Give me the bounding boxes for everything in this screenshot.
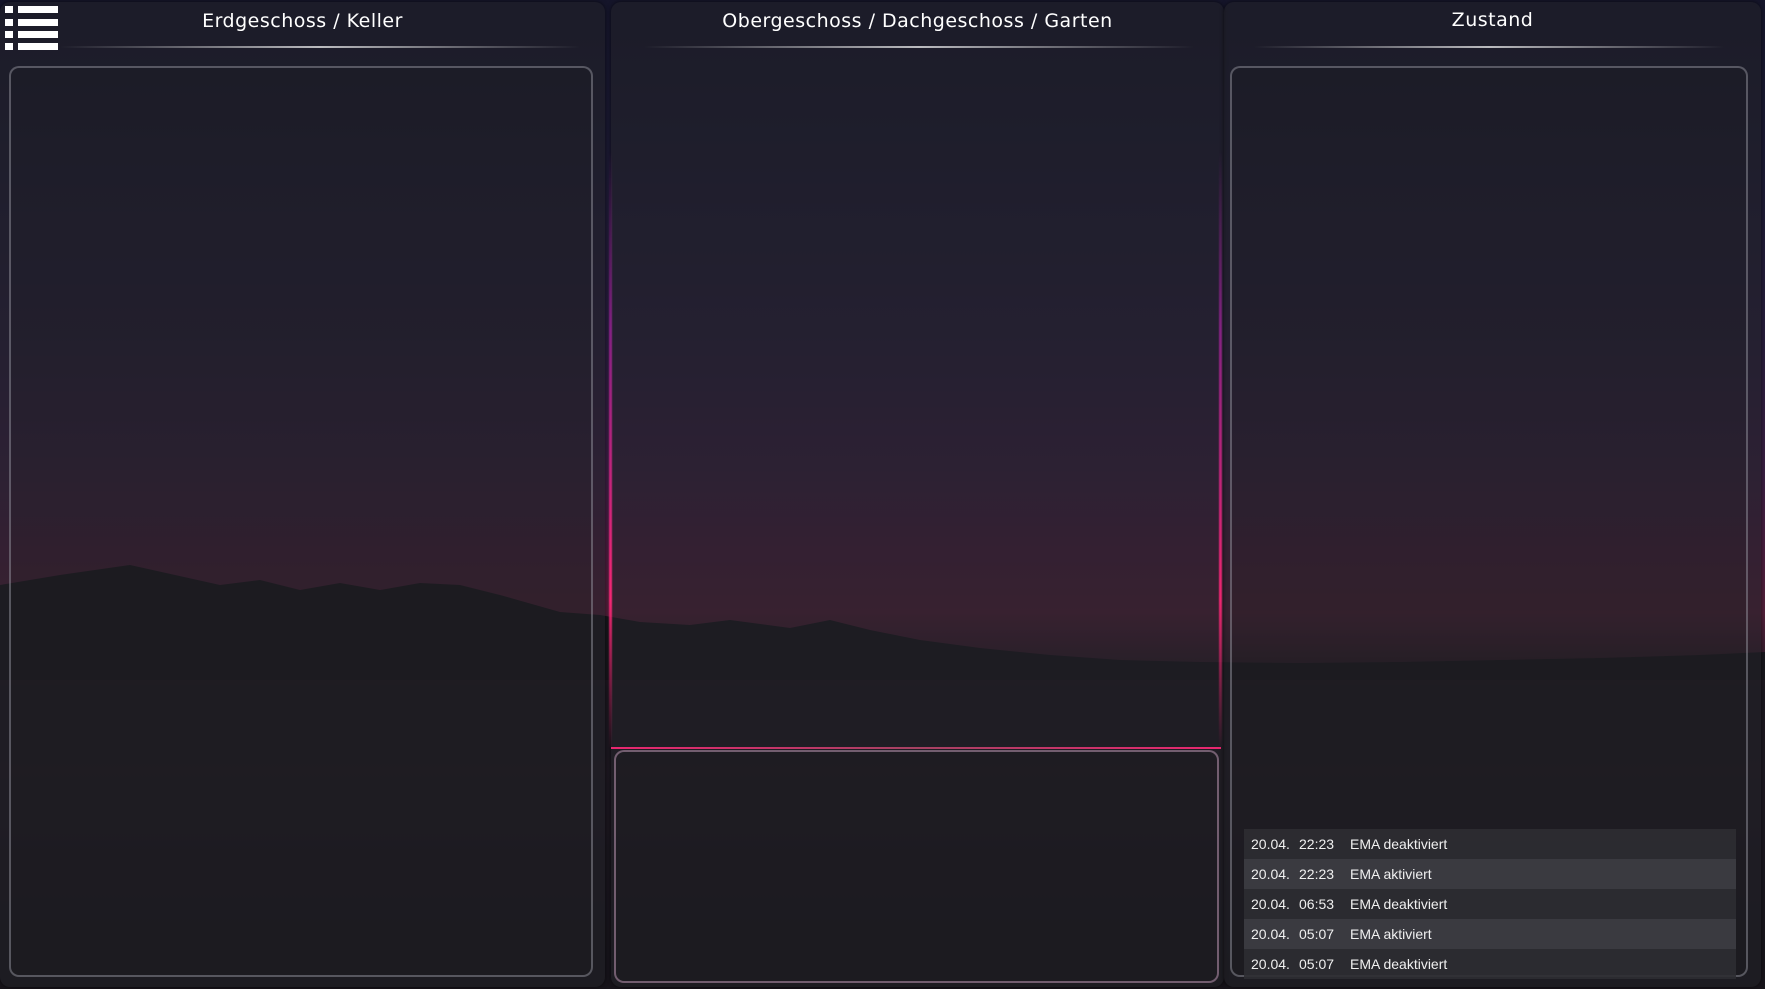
ground-floor-content-box — [9, 66, 593, 977]
log-time: 22:23 — [1299, 866, 1335, 882]
panel-title-status: Zustand — [1451, 9, 1534, 31]
log-date: 20.04. — [1251, 926, 1290, 942]
log-time: 22:23 — [1299, 836, 1335, 852]
event-log-list: 20.04. 22:23 EMA deaktiviert 20.04. 22:23 EM… — [1244, 829, 1736, 979]
log-message: EMA deaktiviert — [1350, 956, 1448, 972]
log-message: EMA aktiviert — [1350, 866, 1432, 882]
menu-list-icon[interactable] — [5, 6, 58, 50]
log-message: EMA deaktiviert — [1350, 896, 1448, 912]
log-message: EMA deaktiviert — [1350, 836, 1448, 852]
log-entry[interactable]: 20.04. 22:23 EMA aktiviert — [1244, 859, 1736, 889]
glow-divider-right — [1219, 150, 1222, 750]
log-entry[interactable]: 20.04. 05:07 EMA deaktiviert — [1244, 949, 1736, 979]
panel-ground-floor: Erdgeschoss / Keller — [0, 2, 605, 987]
log-time: 05:07 — [1299, 926, 1335, 942]
title-underline — [644, 46, 1194, 48]
log-date: 20.04. — [1251, 866, 1290, 882]
panel-title-upper-floor: Obergeschoss / Dachgeschoss / Garten — [722, 10, 1113, 32]
glow-divider-bottom — [611, 747, 1221, 749]
title-underline — [60, 46, 580, 48]
panel-title-ground-floor: Erdgeschoss / Keller — [202, 10, 403, 32]
glow-divider-left — [609, 150, 612, 750]
log-time: 05:07 — [1299, 956, 1335, 972]
title-underline — [1254, 46, 1724, 48]
log-date: 20.04. — [1251, 896, 1290, 912]
log-time: 06:53 — [1299, 896, 1335, 912]
log-entry[interactable]: 20.04. 05:07 EMA aktiviert — [1244, 919, 1736, 949]
log-entry[interactable]: 20.04. 06:53 EMA deaktiviert — [1244, 889, 1736, 919]
upper-floor-bottom-box — [614, 750, 1219, 983]
log-entry[interactable]: 20.04. 22:23 EMA deaktiviert — [1244, 829, 1736, 859]
log-message: EMA aktiviert — [1350, 926, 1432, 942]
log-date: 20.04. — [1251, 836, 1290, 852]
panel-upper-floor: Obergeschoss / Dachgeschoss / Garten — [611, 2, 1224, 987]
log-date: 20.04. — [1251, 956, 1290, 972]
